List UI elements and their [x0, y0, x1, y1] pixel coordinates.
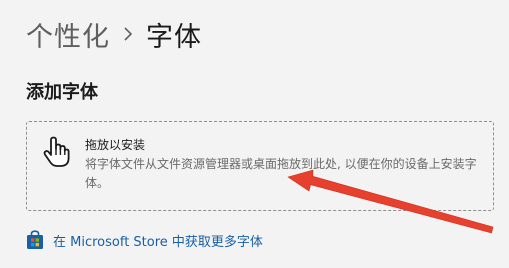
- microsoft-store-link-label: 在 Microsoft Store 中获取更多字体: [53, 234, 263, 250]
- hand-pointer-icon: [38, 134, 74, 170]
- drop-zone-description: 将字体文件从文件资源管理器或桌面拖放到此处, 以便在你的设备上安装字体。: [85, 157, 477, 190]
- microsoft-store-link[interactable]: 在 Microsoft Store 中获取更多字体: [26, 230, 263, 250]
- font-drop-zone[interactable]: 拖放以安装 将字体文件从文件资源管理器或桌面拖放到此处, 以便在你的设备上安装字…: [26, 121, 494, 211]
- breadcrumb-item-personalization[interactable]: 个性化: [26, 15, 110, 54]
- section-title-add-fonts: 添加字体: [26, 82, 98, 103]
- chevron-right-icon: [110, 14, 146, 54]
- microsoft-store-icon: [26, 230, 44, 250]
- page-title: 字体: [146, 21, 202, 53]
- drop-zone-title: 拖放以安装: [85, 138, 146, 152]
- breadcrumb: 个性化 字体: [26, 14, 202, 54]
